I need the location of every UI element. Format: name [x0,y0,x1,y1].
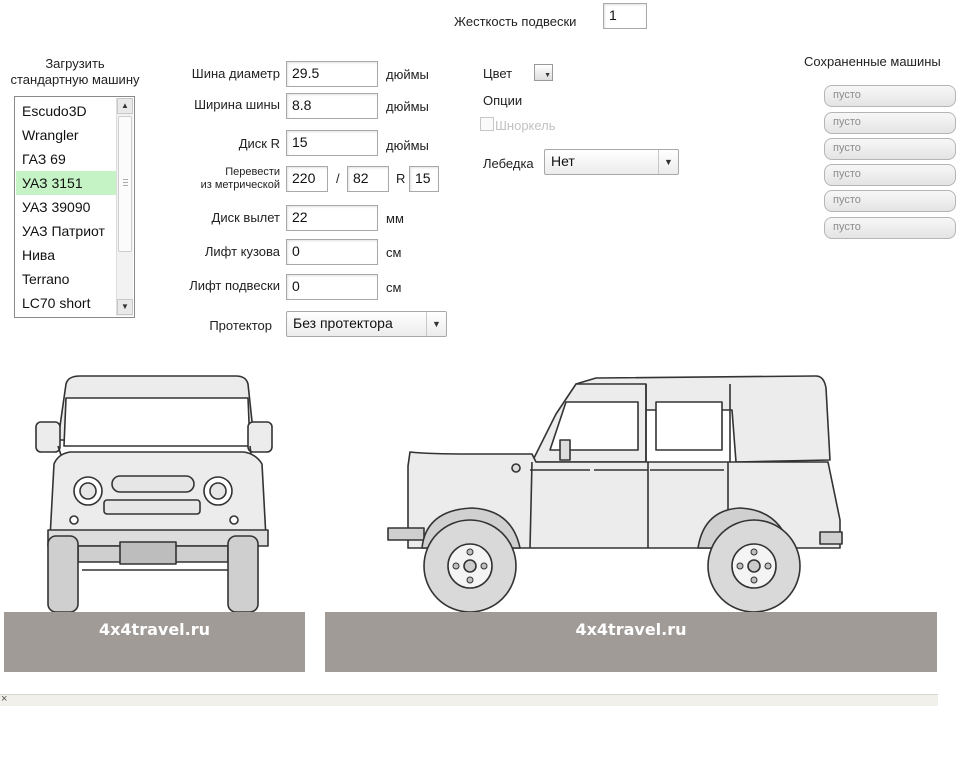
saved-slot-3[interactable]: пусто [824,138,956,160]
body-lift-label: Лифт кузова [204,244,280,259]
body-lift-unit: см [386,245,402,260]
list-item[interactable]: УАЗ 39090 [16,195,117,219]
convert-label: Перевести из метрической [180,166,280,192]
tread-select[interactable]: Без протектора ▼ [286,311,447,337]
convert-label-line1: Перевести [225,166,280,178]
scroll-up-icon[interactable]: ▲ [117,98,133,114]
rim-input[interactable]: 15 [286,130,378,156]
saved-cars-title: Сохраненные машины [804,54,941,69]
scroll-thumb[interactable] [118,116,132,252]
car-listbox[interactable]: Escudo3D Wrangler ГАЗ 69 УАЗ 3151 УАЗ 39… [14,96,135,318]
tread-select-value: Без протектора [293,315,393,331]
offset-input[interactable]: 22 [286,205,378,231]
ground-side: 4x4travel.ru [325,612,937,672]
metric-profile-input[interactable]: 82 [347,166,389,192]
saved-slot-5[interactable]: пусто [824,190,956,212]
suspension-input[interactable]: 1 [603,3,647,29]
watermark-side: 4x4travel.ru [575,620,687,639]
listbox-scrollbar[interactable]: ▲ ▼ [116,98,133,316]
winch-select[interactable]: Нет ▼ [544,149,679,175]
winch-select-value: Нет [551,153,575,169]
tire-width-label: Ширина шины [194,97,280,112]
susp-lift-input[interactable]: 0 [286,274,378,300]
list-item[interactable]: LC70 short [16,291,117,315]
tread-label: Протектор [209,318,272,333]
snorkel-checkbox[interactable] [480,117,494,131]
color-picker-button[interactable]: ▼ [534,64,553,81]
list-item-selected[interactable]: УАЗ 3151 [16,171,117,195]
tire-diameter-label: Шина диаметр [191,66,280,81]
list-item[interactable]: УАЗ Патриот [16,219,117,243]
body-lift-input[interactable]: 0 [286,239,378,265]
susp-lift-unit: см [386,280,402,295]
tire-diameter-unit: дюймы [386,67,429,82]
car-front-view [35,375,273,613]
offset-label: Диск вылет [211,210,280,225]
list-item[interactable]: Нива [16,243,117,267]
metric-width-input[interactable]: 220 [286,166,328,192]
rim-label: Диск R [238,136,280,151]
close-icon[interactable]: × [1,693,7,705]
saved-slot-4[interactable]: пусто [824,164,956,186]
load-car-label-line1: Загрузить [45,56,105,71]
tire-width-unit: дюймы [386,99,429,114]
saved-slot-1[interactable]: пусто [824,85,956,107]
saved-slot-2[interactable]: пусто [824,112,956,134]
tire-diameter-input[interactable]: 29.5 [286,61,378,87]
chevron-down-icon[interactable]: ▼ [658,150,678,174]
chevron-down-icon[interactable]: ▼ [426,312,446,336]
load-car-label: Загрузить стандартную машину [6,56,144,88]
list-item[interactable]: Terrano [16,267,117,291]
winch-label: Лебедка [483,156,534,171]
convert-label-line2: из метрической [200,179,280,191]
color-label: Цвет [483,66,513,81]
list-item[interactable]: ГАЗ 69 [16,147,117,171]
list-item[interactable]: Escudo3D [16,99,117,123]
metric-r-label: R [396,171,406,186]
saved-slot-6[interactable]: пусто [824,217,956,239]
watermark-front: 4x4travel.ru [98,620,211,639]
list-item[interactable]: Wrangler [16,123,117,147]
scroll-down-icon[interactable]: ▼ [117,299,133,315]
suspension-label: Жесткость подвески [454,14,577,29]
offset-unit: мм [386,211,404,226]
car-side-view [387,375,843,613]
snorkel-label: Шноркель [495,118,556,133]
metric-separator: / [336,171,340,186]
options-label: Опции [483,93,523,108]
load-car-label-line2: стандартную машину [10,72,140,87]
susp-lift-label: Лифт подвески [189,278,280,293]
rim-unit: дюймы [386,138,429,153]
metric-radius-input[interactable]: 15 [409,166,439,192]
status-bar [0,694,938,706]
ground-front: 4x4travel.ru [4,612,305,672]
tire-width-input[interactable]: 8.8 [286,93,378,119]
